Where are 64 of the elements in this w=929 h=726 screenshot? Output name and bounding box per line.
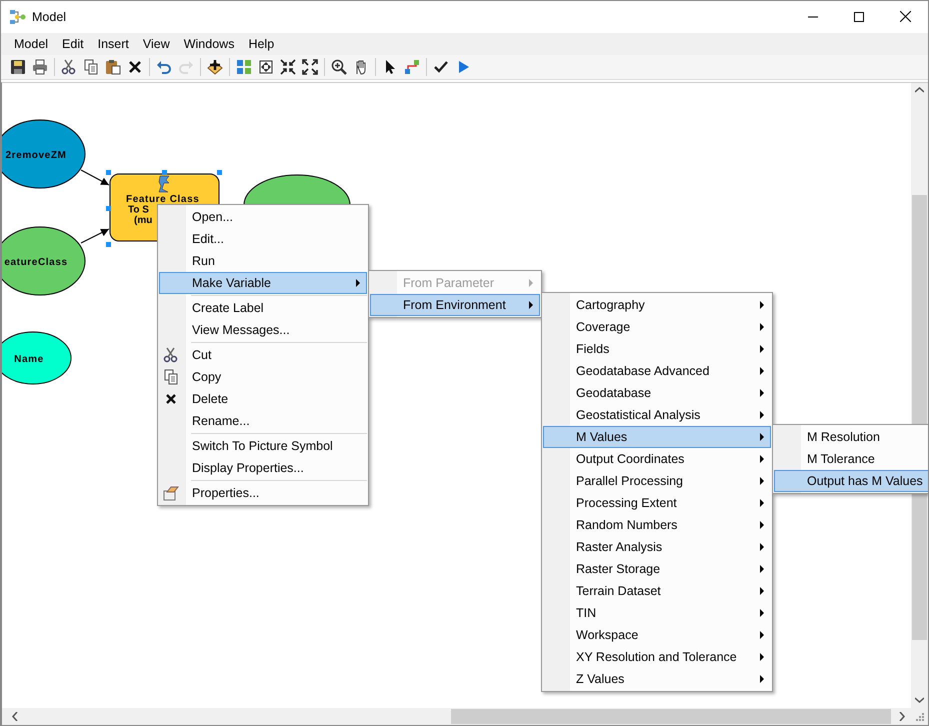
- node-label: (mu: [134, 215, 152, 226]
- menu-item[interactable]: Rename...: [159, 410, 367, 432]
- menu-item[interactable]: Coverage: [543, 316, 771, 338]
- variable-node[interactable]: [2, 226, 86, 296]
- scroll-right-icon[interactable]: [899, 712, 905, 721]
- menu-item[interactable]: Make Variable: [159, 272, 367, 294]
- menu-item[interactable]: XY Resolution and Tolerance: [543, 646, 771, 668]
- menu-item[interactable]: M Resolution: [774, 426, 928, 448]
- menu-item[interactable]: M Values: [543, 426, 771, 448]
- menu-item[interactable]: Geodatabase Advanced: [543, 360, 771, 382]
- maximize-icon: [854, 12, 864, 22]
- node-label: 2removeZM: [6, 150, 66, 161]
- menu-item[interactable]: Terrain Dataset: [543, 580, 771, 602]
- menu-item[interactable]: Edit...: [159, 228, 367, 250]
- scroll-left-icon[interactable]: [12, 712, 18, 721]
- menu-item[interactable]: Z Values: [543, 668, 771, 690]
- variable-node[interactable]: [2, 120, 86, 188]
- menu-item[interactable]: M Tolerance: [774, 448, 928, 470]
- variable-node[interactable]: [2, 332, 72, 384]
- menu-item[interactable]: Fields: [543, 338, 771, 360]
- menu-item[interactable]: Create Label: [159, 297, 367, 319]
- node-label: To S: [128, 204, 149, 216]
- close-icon: [900, 11, 910, 22]
- menu-item[interactable]: Delete: [159, 388, 367, 410]
- node-label: Name: [14, 354, 44, 365]
- node-label: Feature Class: [126, 194, 200, 205]
- menu-bar-item[interactable]: Model: [7, 37, 56, 52]
- menu-item[interactable]: Output Coordinates: [543, 448, 771, 470]
- scroll-up-icon[interactable]: [915, 87, 924, 93]
- menu-bar-item[interactable]: Windows: [176, 37, 242, 52]
- tool-icon: [158, 176, 170, 192]
- menu-item[interactable]: Raster Analysis: [543, 536, 771, 558]
- menu-bar-item[interactable]: View: [136, 37, 177, 52]
- menu-item[interactable]: Copy: [159, 366, 367, 388]
- window-title: Model: [32, 10, 66, 24]
- node-label: eatureClass: [4, 257, 68, 268]
- scrollbar-thumb[interactable]: [451, 709, 891, 724]
- menu-item[interactable]: Processing Extent: [543, 492, 771, 514]
- menu-item[interactable]: Geostatistical Analysis: [543, 404, 771, 426]
- menu-bar-item[interactable]: Help: [241, 37, 282, 52]
- menu-bar-item[interactable]: Insert: [90, 37, 136, 52]
- menu-item[interactable]: Run: [159, 250, 367, 272]
- scissors-icon: [163, 347, 179, 363]
- menu-item[interactable]: View Messages...: [159, 319, 367, 341]
- app-icon: [10, 10, 26, 24]
- menu-item[interactable]: Workspace: [543, 624, 771, 646]
- menu-item[interactable]: Switch To Picture Symbol: [159, 435, 367, 457]
- resize-grip-icon[interactable]: [916, 713, 925, 722]
- copy-icon: [163, 369, 179, 385]
- menu-bar-item[interactable]: Edit: [55, 37, 91, 52]
- menu-item[interactable]: Display Properties...: [159, 457, 367, 479]
- menu-item[interactable]: TIN: [543, 602, 771, 624]
- scroll-down-icon[interactable]: [915, 697, 924, 703]
- menu-item[interactable]: Geodatabase: [543, 382, 771, 404]
- menu-item[interactable]: Open...: [159, 206, 367, 228]
- menu-item[interactable]: Parallel Processing: [543, 470, 771, 492]
- menu-item[interactable]: From Environment: [370, 294, 540, 316]
- menu-item[interactable]: Random Numbers: [543, 514, 771, 536]
- menu-item[interactable]: Raster Storage: [543, 558, 771, 580]
- properties-icon: [163, 485, 179, 501]
- menu-item[interactable]: Output has M Values: [774, 470, 928, 492]
- menu-item[interactable]: Cartography: [543, 294, 771, 316]
- menu-item[interactable]: Properties...: [159, 482, 367, 504]
- menu-item[interactable]: Cut: [159, 344, 367, 366]
